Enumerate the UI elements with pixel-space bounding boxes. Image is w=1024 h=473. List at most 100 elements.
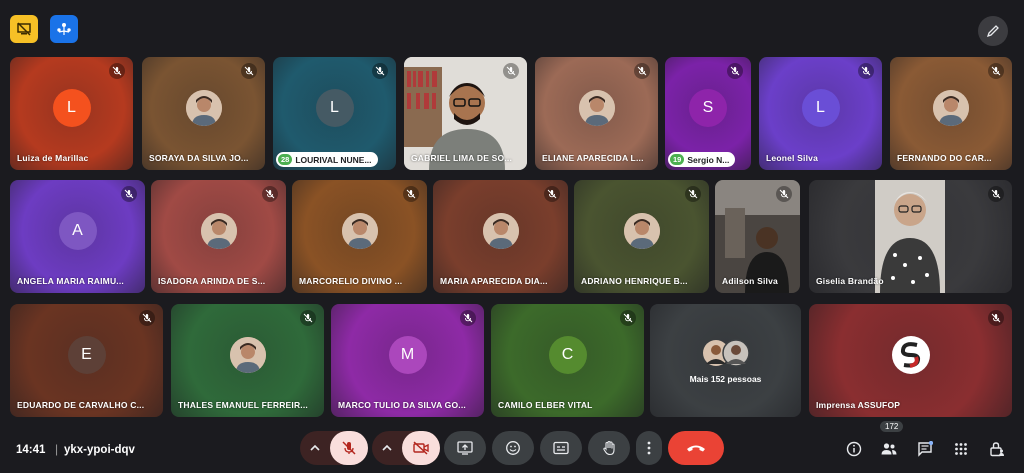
muted-indicator [109, 63, 125, 79]
participant-name: SORAYA DA SILVA JO... [149, 153, 249, 163]
avatar-photo [229, 336, 266, 373]
person-icon [341, 212, 378, 249]
participant-tile[interactable]: C CAMILO ELBER VITAL [491, 304, 644, 417]
muted-indicator [121, 186, 137, 202]
avatar: M [388, 335, 427, 374]
muted-indicator [241, 63, 257, 79]
raise-hand-button[interactable] [588, 431, 630, 465]
mic-options-button[interactable] [300, 431, 330, 465]
host-controls-button[interactable] [50, 15, 78, 43]
muted-indicator [634, 63, 650, 79]
participant-tile[interactable]: MARCORELIO DIVINO ... [292, 180, 427, 293]
participant-name: THALES EMANUEL FERREIR... [178, 400, 308, 410]
chat-button[interactable] [914, 438, 936, 460]
annotate-button[interactable] [978, 16, 1008, 46]
host-controls-lock-button[interactable] [986, 438, 1008, 460]
participant-tile[interactable]: L 28 LOURIVAL NUNE... [273, 57, 396, 170]
muted-indicator [139, 310, 155, 326]
participants-count-badge: 172 [880, 421, 904, 432]
participant-tile[interactable]: Mais 152 pessoas [650, 304, 801, 417]
mic-toggle-button[interactable] [330, 431, 368, 465]
participant-tile[interactable]: Giselia Brandão [809, 180, 1012, 293]
muted-indicator [372, 63, 388, 79]
participant-tile[interactable]: MARIA APARECIDA DIA... [433, 180, 568, 293]
participant-name-pill: 28 LOURIVAL NUNE... [276, 152, 378, 167]
more-options-button[interactable] [636, 431, 662, 465]
people-button[interactable] [878, 438, 900, 460]
participant-name: Luiza de Marillac [17, 153, 89, 163]
more-vert-icon [647, 441, 651, 455]
person-icon [200, 212, 237, 249]
participant-tile[interactable]: Adilson Silva [715, 180, 800, 293]
camera-options-button[interactable] [372, 431, 402, 465]
participant-tile[interactable]: SORAYA DA SILVA JO... [142, 57, 265, 170]
avatar: L [315, 88, 354, 127]
muted-indicator [544, 186, 560, 202]
participant-name: ADRIANO HENRIQUE B... [581, 276, 688, 286]
muted-indicator [988, 310, 1004, 326]
mic-off-icon [623, 313, 633, 323]
participant-tile[interactable]: L Leonel Silva [759, 57, 882, 170]
muted-indicator [988, 63, 1004, 79]
avatar-stack-icon [702, 339, 750, 367]
muted-indicator [300, 310, 316, 326]
participant-name: Imprensa ASSUFOP [816, 400, 901, 410]
muted-indicator [262, 186, 278, 202]
person-icon [578, 89, 615, 126]
muted-indicator [620, 310, 636, 326]
participant-tile[interactable]: ADRIANO HENRIQUE B... [574, 180, 709, 293]
participant-tile[interactable]: THALES EMANUEL FERREIR... [171, 304, 324, 417]
mic-off-icon [112, 66, 122, 76]
participant-tile[interactable]: FERNANDO DO CAR... [890, 57, 1012, 170]
logo-icon [900, 341, 920, 368]
participant-name: GABRIEL LIMA DE SO... [411, 153, 513, 163]
muted-indicator [503, 63, 519, 79]
muted-indicator [988, 186, 1004, 202]
participant-name: ISADORA ARINDA DE S... [158, 276, 266, 286]
reaction-count: 19 [670, 154, 685, 165]
chevron-up-icon [382, 444, 392, 451]
emoji-icon [506, 441, 520, 455]
person-video-icon [875, 180, 945, 293]
participant-tile[interactable]: E EDUARDO DE CARVALHO C... [10, 304, 163, 417]
camera-toggle-button[interactable] [402, 431, 440, 465]
avatar: A [58, 211, 97, 250]
meeting-details-button[interactable] [843, 438, 865, 460]
participant-tile[interactable]: ISADORA ARINDA DE S... [151, 180, 286, 293]
mic-off-icon [506, 66, 516, 76]
reactions-button[interactable] [492, 431, 534, 465]
participant-name: CAMILO ELBER VITAL [498, 400, 593, 410]
participant-tile[interactable]: L Luiza de Marillac [10, 57, 133, 170]
participant-tile[interactable]: S 19 Sergio N... [665, 57, 751, 170]
avatar: E [67, 335, 106, 374]
reaction-count: 28 [278, 154, 293, 165]
participant-name: ELIANE APARECIDA L... [542, 153, 644, 163]
leave-call-button[interactable] [668, 431, 724, 465]
mic-off-icon [303, 313, 313, 323]
captions-button[interactable] [540, 431, 582, 465]
participant-tile[interactable]: GABRIEL LIMA DE SO... [404, 57, 527, 170]
participant-tile[interactable]: Imprensa ASSUFOP [809, 304, 1012, 417]
avatar-photo [578, 89, 615, 126]
present-screen-button[interactable] [444, 431, 486, 465]
avatar: L [52, 88, 91, 127]
present-mode-button[interactable] [10, 15, 38, 43]
activities-button[interactable] [950, 438, 972, 460]
people-network-icon [57, 23, 71, 35]
mic-off-icon [244, 66, 254, 76]
mic-off-icon [637, 66, 647, 76]
participant-tile[interactable]: A ANGELA MARIA RAIMU... [10, 180, 145, 293]
participant-tile[interactable]: ELIANE APARECIDA L... [535, 57, 658, 170]
muted-indicator [460, 310, 476, 326]
mic-off-icon [991, 313, 1001, 323]
participant-name: MARCO TULIO DA SILVA GO... [338, 400, 466, 410]
mic-off-icon [779, 189, 789, 199]
person-icon [623, 212, 660, 249]
chat-icon [918, 441, 933, 457]
separator: | [55, 442, 59, 456]
mic-off-icon [375, 66, 385, 76]
avatar: L [801, 88, 840, 127]
avatar-photo [933, 89, 969, 126]
participant-tile[interactable]: M MARCO TULIO DA SILVA GO... [331, 304, 484, 417]
mic-off-icon [142, 313, 152, 323]
